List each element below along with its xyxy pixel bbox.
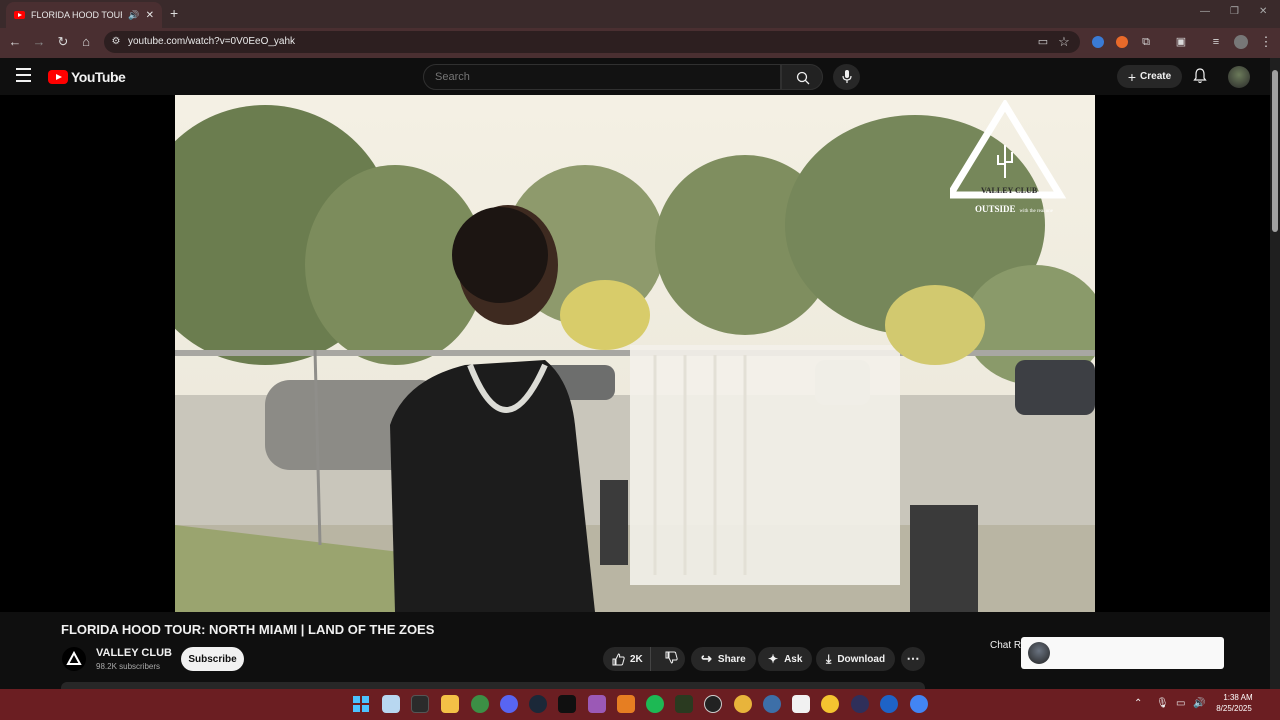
obs-icon[interactable]	[704, 695, 722, 713]
chrome-profile-icon[interactable]	[471, 695, 489, 713]
media-app-icon[interactable]	[558, 695, 576, 713]
home-icon[interactable]: ⌂	[78, 34, 94, 50]
ask-button[interactable]: ✦ Ask	[758, 647, 813, 671]
forward-icon[interactable]: →	[31, 34, 47, 50]
spotify-icon[interactable]	[646, 695, 664, 713]
microphone-icon	[842, 70, 852, 83]
voice-search-button[interactable]	[833, 64, 860, 90]
clock-date[interactable]: 8/25/2025	[1212, 704, 1256, 713]
share-button[interactable]: ↪ Share	[691, 647, 756, 671]
tab-audio-icon[interactable]: 🔊	[128, 10, 139, 21]
youtube-favicon-icon	[14, 11, 25, 19]
chat-avatar	[1028, 642, 1050, 664]
tab-close-icon[interactable]: ✕	[146, 10, 154, 21]
plus-icon: +	[1127, 68, 1137, 85]
media-controls-icon[interactable]: ≡	[1208, 34, 1224, 50]
more-horizontal-icon: ⋯	[906, 651, 920, 666]
account-avatar[interactable]	[1228, 66, 1250, 88]
nvidia-icon[interactable]	[675, 695, 693, 713]
file-explorer-icon[interactable]	[441, 695, 459, 713]
site-info-icon[interactable]: ⚙	[108, 34, 124, 50]
search-input[interactable]	[423, 64, 781, 90]
terminal-app-icon[interactable]	[411, 695, 429, 713]
active-chrome-icon[interactable]	[910, 695, 928, 713]
subscriber-count: 98.2K subscribers	[96, 662, 161, 671]
valley-club-watermark-logo	[950, 100, 1067, 199]
tray-chevron-up-icon[interactable]: ⌃	[1134, 698, 1142, 709]
dislike-button[interactable]	[657, 651, 678, 667]
video-title: FLORIDA HOOD TOUR: NORTH MIAMI | LAND OF…	[61, 622, 435, 637]
chat-replay-panel[interactable]	[1021, 637, 1224, 669]
search-icon	[796, 71, 810, 85]
feather-app-icon[interactable]	[588, 695, 606, 713]
discord-icon[interactable]	[500, 695, 518, 713]
like-button[interactable]: 2K	[603, 647, 651, 671]
download-button[interactable]: ⤓ Download	[816, 647, 896, 671]
create-button[interactable]: + Create	[1117, 65, 1182, 88]
watermark-brand-text: VALLEY CLUB	[981, 186, 1038, 195]
emoji-app-icon[interactable]	[821, 695, 839, 713]
split-view-icon[interactable]: ▣	[1173, 34, 1189, 50]
channel-avatar[interactable]	[62, 647, 86, 671]
create-label: Create	[1140, 71, 1172, 82]
youtube-play-icon	[48, 70, 68, 84]
thumbs-up-icon	[612, 652, 625, 665]
watermark-tagline-main: OUTSIDE	[975, 204, 1016, 214]
chrome-icon[interactable]	[734, 695, 752, 713]
cast-icon[interactable]: ▭	[1035, 34, 1051, 50]
tray-network-icon[interactable]: ▭	[1176, 698, 1185, 709]
valley-club-logo-icon	[66, 650, 82, 665]
more-actions-button[interactable]: ⋯	[901, 647, 925, 671]
like-dislike-group: 2K	[603, 647, 685, 671]
notion-icon[interactable]	[792, 695, 810, 713]
tray-microphone-icon[interactable]: 🎙	[1156, 698, 1169, 709]
thumbs-down-icon	[665, 651, 678, 664]
download-label: Download	[837, 653, 886, 665]
affinity-app-icon[interactable]	[617, 695, 635, 713]
like-count: 2K	[630, 653, 643, 665]
channel-name[interactable]: VALLEY CLUB	[96, 647, 172, 659]
sparkle-icon: ✦	[768, 652, 779, 666]
video-frame[interactable]: VALLEY CLUB OUTSIDE with the real one	[175, 95, 1095, 612]
profile-avatar-icon[interactable]	[1234, 35, 1248, 49]
extension-blue-icon[interactable]	[1092, 36, 1104, 48]
search-button[interactable]	[781, 64, 823, 90]
clock-time[interactable]: 1:38 AM	[1219, 693, 1257, 702]
start-windows-icon[interactable]	[353, 696, 369, 712]
share-label: Share	[717, 653, 746, 665]
tray-volume-icon[interactable]: 🔊	[1193, 698, 1205, 709]
close-window-button[interactable]: ✕	[1259, 6, 1267, 17]
windows-taskbar	[0, 689, 1280, 720]
url-text: youtube.com/watch?v=0V0EeO_yahk	[128, 36, 296, 47]
bookmark-star-icon[interactable]: ☆	[1056, 34, 1072, 50]
watermark-tagline-small: with the real one	[1019, 209, 1053, 214]
share-icon: ↪	[701, 651, 712, 666]
youtube-logo[interactable]: YouTube	[48, 69, 126, 85]
browser-tab[interactable]: FLORIDA HOOD TOUR: NO 🔊 ✕	[6, 2, 162, 28]
reload-icon[interactable]: ↻	[55, 34, 71, 50]
maximize-button[interactable]: ❐	[1230, 6, 1239, 17]
scrollbar-thumb[interactable]	[1272, 70, 1278, 232]
game-app-icon[interactable]	[851, 695, 869, 713]
extensions-puzzle-icon[interactable]: ⧉	[1138, 34, 1154, 50]
youtube-logo-text: YouTube	[71, 69, 126, 85]
download-icon: ⤓	[826, 651, 832, 666]
notifications-bell-icon[interactable]	[1193, 68, 1207, 89]
browser-tab-strip	[0, 0, 1280, 28]
extension-orange-icon[interactable]	[1116, 36, 1128, 48]
browser-menu-icon[interactable]: ⋮	[1258, 34, 1274, 50]
browser-app-icon[interactable]	[763, 695, 781, 713]
minimize-button[interactable]: —	[1200, 6, 1210, 17]
watermark-tagline: OUTSIDE with the real one	[975, 199, 1053, 217]
subscribe-button[interactable]: Subscribe	[181, 647, 244, 671]
hamburger-menu-icon[interactable]	[16, 68, 31, 82]
search-bar	[423, 64, 823, 90]
photos-app-icon[interactable]	[382, 695, 400, 713]
steam-icon[interactable]	[529, 695, 547, 713]
back-icon[interactable]: ←	[7, 34, 23, 50]
new-tab-button[interactable]: +	[170, 5, 178, 21]
tab-title: FLORIDA HOOD TOUR: NO	[31, 10, 122, 20]
ask-label: Ask	[784, 653, 803, 665]
store-app-icon[interactable]	[880, 695, 898, 713]
